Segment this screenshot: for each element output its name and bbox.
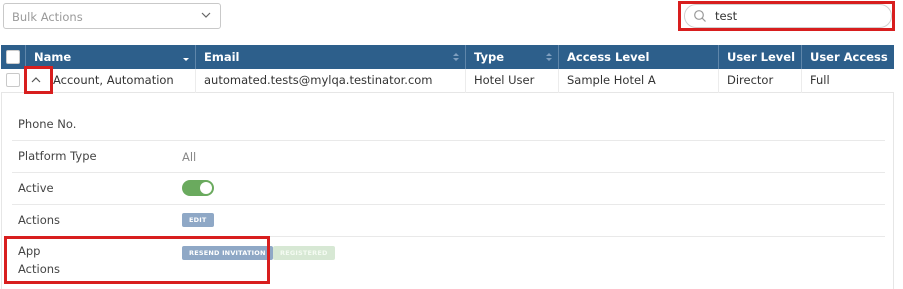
- cell-name: Account, Automation: [26, 69, 196, 93]
- platform-type-value: All: [182, 150, 197, 164]
- cell-email-text: automated.tests@mylqa.testinator.com: [204, 73, 433, 87]
- search-value: test: [715, 9, 738, 23]
- detail-row-app-actions: App Actions RESEND INVITATION REGISTERED: [12, 237, 885, 289]
- cell-user-level: Director: [719, 69, 802, 93]
- resend-invitation-button[interactable]: RESEND INVITATION: [182, 246, 273, 260]
- sort-desc-icon: [183, 58, 189, 61]
- detail-row-phone: Phone No.: [12, 109, 885, 141]
- cell-name-text: Account, Automation: [53, 73, 174, 87]
- active-label: Active: [18, 181, 54, 195]
- column-header-user-access-label: User Access: [810, 50, 888, 64]
- collapse-row-icon[interactable]: [29, 73, 43, 87]
- column-header-email-label: Email: [204, 50, 240, 64]
- toggle-knob: [200, 182, 212, 194]
- phone-label: Phone No.: [18, 117, 77, 131]
- column-header-type[interactable]: Type: [466, 45, 559, 69]
- cell-type-text: Hotel User: [474, 73, 535, 87]
- active-toggle[interactable]: [182, 180, 214, 196]
- cell-access-level-text: Sample Hotel A: [567, 73, 656, 87]
- sort-icon: [453, 53, 459, 61]
- detail-row-actions: Actions EDIT: [12, 205, 885, 237]
- row-select-cell: [1, 69, 26, 93]
- registered-button: REGISTERED: [273, 246, 335, 260]
- row-detail-panel: Phone No. Platform Type All Active Actio…: [1, 93, 894, 289]
- header-select-all-cell: [1, 45, 26, 69]
- column-header-name-label: Name: [34, 50, 72, 64]
- search-icon: [694, 10, 706, 22]
- cell-email: automated.tests@mylqa.testinator.com: [196, 69, 466, 93]
- detail-row-platform: Platform Type All: [12, 141, 885, 173]
- column-header-access-level-label: Access Level: [567, 50, 650, 64]
- detail-row-active: Active: [12, 173, 885, 205]
- chevron-down-icon: [201, 12, 211, 18]
- sort-icon: [546, 53, 552, 61]
- cell-access-level: Sample Hotel A: [559, 69, 719, 93]
- column-header-access-level[interactable]: Access Level: [559, 45, 719, 69]
- column-header-type-label: Type: [474, 50, 505, 64]
- bulk-actions-label: Bulk Actions: [12, 10, 83, 24]
- column-header-email[interactable]: Email: [196, 45, 466, 69]
- row-checkbox[interactable]: [6, 73, 20, 87]
- actions-label: Actions: [18, 213, 61, 227]
- search-input[interactable]: test: [684, 4, 892, 28]
- column-header-name[interactable]: Name: [26, 45, 196, 69]
- cell-user-access: Full: [802, 69, 894, 93]
- table-row[interactable]: Account, Automation automated.tests@mylq…: [1, 69, 894, 93]
- bulk-actions-select[interactable]: Bulk Actions: [3, 3, 221, 29]
- select-all-checkbox[interactable]: [6, 50, 20, 64]
- column-header-user-level[interactable]: User Level: [719, 45, 802, 69]
- edit-button[interactable]: EDIT: [182, 213, 214, 227]
- app-actions-label-line2: Actions: [18, 262, 61, 276]
- cell-user-level-text: Director: [727, 73, 774, 87]
- column-header-user-access[interactable]: User Access: [802, 45, 894, 69]
- platform-type-label: Platform Type: [18, 149, 97, 163]
- cell-user-access-text: Full: [810, 73, 830, 87]
- column-header-user-level-label: User Level: [727, 50, 796, 64]
- table-header: Name Email Type Access Level User Level …: [1, 45, 894, 69]
- cell-type: Hotel User: [466, 69, 559, 93]
